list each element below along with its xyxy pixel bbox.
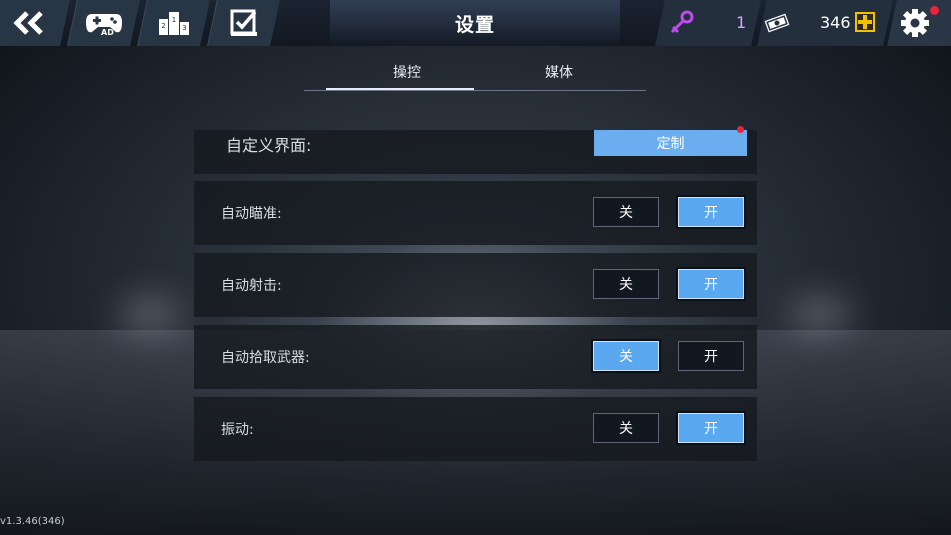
add-cash-button[interactable] [855,12,875,32]
auto-aim-off-button[interactable]: 关 [593,197,659,227]
ad-badge: AD [101,28,114,37]
cash-icon [764,13,790,33]
task-checklist-icon [230,9,257,36]
auto-aim-row: 自动瞄准: 关 开 [194,181,757,245]
auto-pickup-row: 自动拾取武器: 关 开 [194,325,757,389]
auto-pickup-label: 自动拾取武器: [221,350,310,366]
key-count: 1 [736,13,747,32]
auto-fire-row: 自动射击: 关 开 [194,253,757,317]
podium-2: 2 [161,22,165,30]
tab-media[interactable]: 媒体 [484,62,634,82]
cash-count: 346 [820,13,851,32]
auto-fire-on-button[interactable]: 开 [676,267,746,301]
vibration-label: 振动: [221,422,254,438]
settings-notification-dot [930,6,939,15]
leaderboard-button[interactable]: 2 1 3 [137,0,210,46]
tasks-button[interactable] [207,0,280,46]
active-tab-indicator [326,88,474,90]
auto-aim-on-button[interactable]: 开 [676,195,746,229]
customize-button[interactable]: 定制 [594,130,747,156]
tab-divider [304,90,646,91]
customize-notification-dot [737,126,744,133]
custom-ui-label: 自定义界面: [226,136,312,155]
podium-1: 1 [172,16,176,24]
background-light-right [790,300,850,330]
leaderboard-icon: 2 1 3 [159,12,189,35]
version-label: v1.3.46(346) [0,516,65,527]
plus-icon [858,15,872,29]
back-button[interactable] [0,0,70,46]
custom-ui-row: 自定义界面: 定制 [194,126,757,174]
gear-icon [901,9,929,37]
ad-gamepad-button[interactable]: AD [67,0,140,46]
key-icon [670,10,694,34]
background-light-left [120,300,180,330]
vibration-on-button[interactable]: 开 [676,411,746,445]
vibration-off-button[interactable]: 关 [593,413,659,443]
auto-pickup-on-button[interactable]: 开 [678,341,744,371]
tab-controls[interactable]: 操控 [332,62,482,82]
auto-aim-label: 自动瞄准: [221,206,282,222]
page-title: 设置 [454,13,495,36]
auto-fire-label: 自动射击: [221,278,282,294]
top-bar: AD 2 1 3 设置 1 346 [0,0,951,46]
podium-3: 3 [182,24,186,32]
auto-pickup-off-button[interactable]: 关 [591,339,661,373]
vibration-row: 振动: 关 开 [194,397,757,461]
auto-fire-off-button[interactable]: 关 [593,269,659,299]
double-chevron-left-icon [13,11,43,35]
